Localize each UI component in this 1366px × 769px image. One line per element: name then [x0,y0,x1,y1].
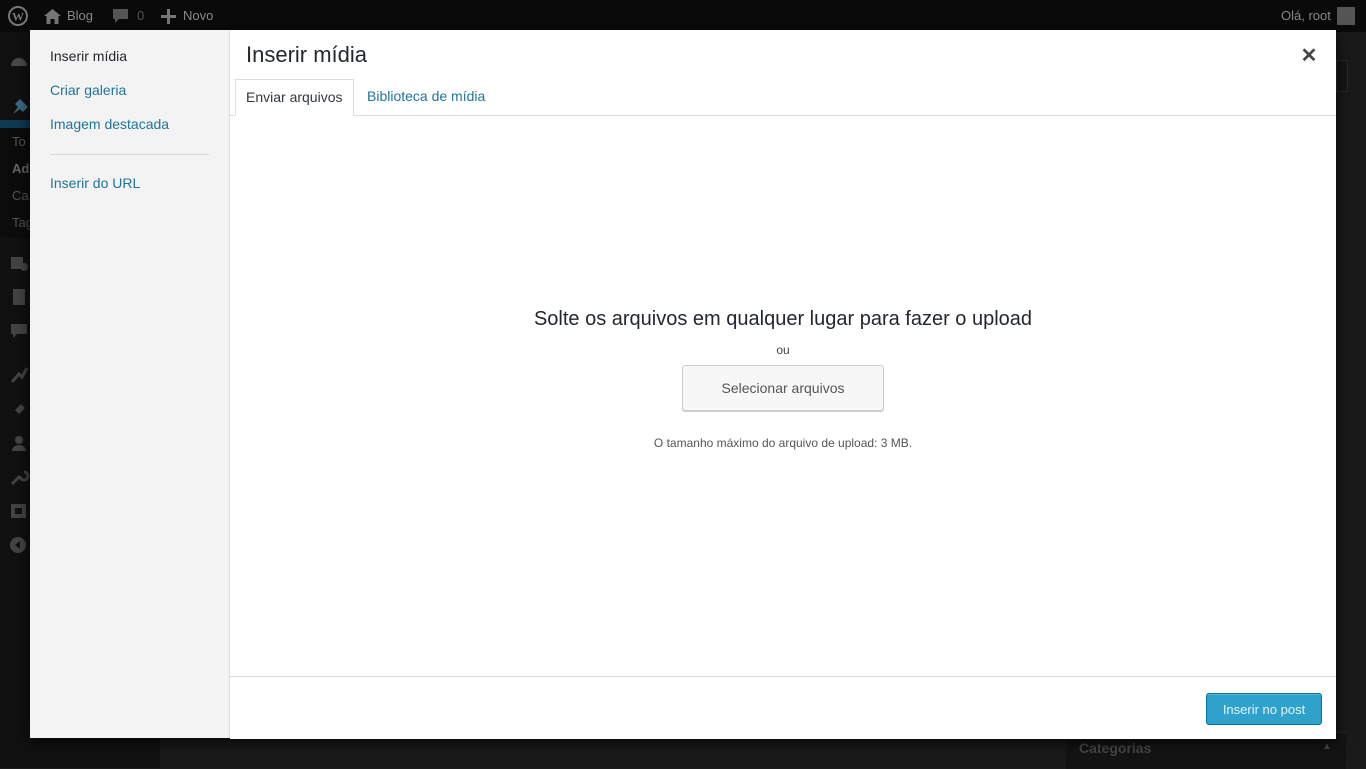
admin-bar: W Blog 0 Novo Olá, root [0,0,1366,32]
plus-icon [161,8,176,24]
max-upload-size: O tamanho máximo do arquivo de upload: 3… [653,436,913,450]
menu-separator [50,154,209,155]
site-name: Blog [67,8,94,23]
tools-icon [10,470,30,486]
appearance-icon [10,367,29,383]
close-icon: ✕ [1300,44,1318,67]
submenu-fragment: Ad [12,161,30,176]
media-modal: Inserir mídia Criar galeria Imagem desta… [30,30,1336,739]
or-text: ou [776,343,790,357]
submenu-fragment: To [12,134,26,149]
close-button[interactable]: ✕ [1294,44,1324,67]
settings-icon [11,504,26,518]
greeting: Olá, root [1281,8,1331,23]
menu-item-insert-media[interactable]: Inserir mídia [50,48,127,64]
users-icon [12,436,26,451]
collapse-arrow-icon: ▲ [1322,741,1332,752]
categories-title: Categorias [1079,740,1152,756]
site-home-link[interactable]: Blog [44,0,93,32]
home-icon [44,8,61,24]
new-label: Novo [183,8,214,23]
media-icon [11,257,28,271]
upload-drop-area[interactable]: Solte os arquivos em qualquer lugar para… [230,116,1336,676]
new-content-link[interactable]: Novo [161,0,213,32]
screen-options-edge [1336,60,1348,92]
modal-title: Inserir mídia [246,42,368,67]
dashboard-icon [11,58,27,66]
comments-menu-icon [11,324,27,338]
menu-item-insert-from-url[interactable]: Inserir do URL [50,175,140,191]
plugins-icon [13,404,25,416]
comment-icon [112,8,129,24]
media-menu: Inserir mídia Criar galeria Imagem desta… [30,30,230,738]
comments-link[interactable]: 0 [112,0,144,32]
select-files-button[interactable]: Selecionar arquivos [682,365,884,411]
pin-icon [13,99,28,114]
tab-media-library[interactable]: Biblioteca de mídia [357,79,495,114]
avatar [1336,7,1355,25]
menu-item-featured-image[interactable]: Imagem destacada [50,116,169,132]
account-menu[interactable]: Olá, root [1281,0,1355,32]
submenu-fragment: Ca [12,188,29,203]
upload-instructions: Solte os arquivos em qualquer lugar para… [533,308,1033,330]
menu-item-create-gallery[interactable]: Criar galeria [50,82,126,98]
posts-submenu: To Ad Ca Tag [0,128,33,238]
media-toolbar: Inserir no post [230,676,1336,739]
tab-upload-files[interactable]: Enviar arquivos [235,79,354,116]
wordpress-logo-icon[interactable]: W [8,0,28,32]
comments-count: 0 [137,8,145,23]
insert-into-post-button[interactable]: Inserir no post [1206,693,1322,725]
collapse-icon [10,537,26,553]
pages-icon [13,289,25,305]
svg-text:W: W [12,10,24,24]
media-router-tabs: Enviar arquivos Biblioteca de mídia [230,79,1336,116]
